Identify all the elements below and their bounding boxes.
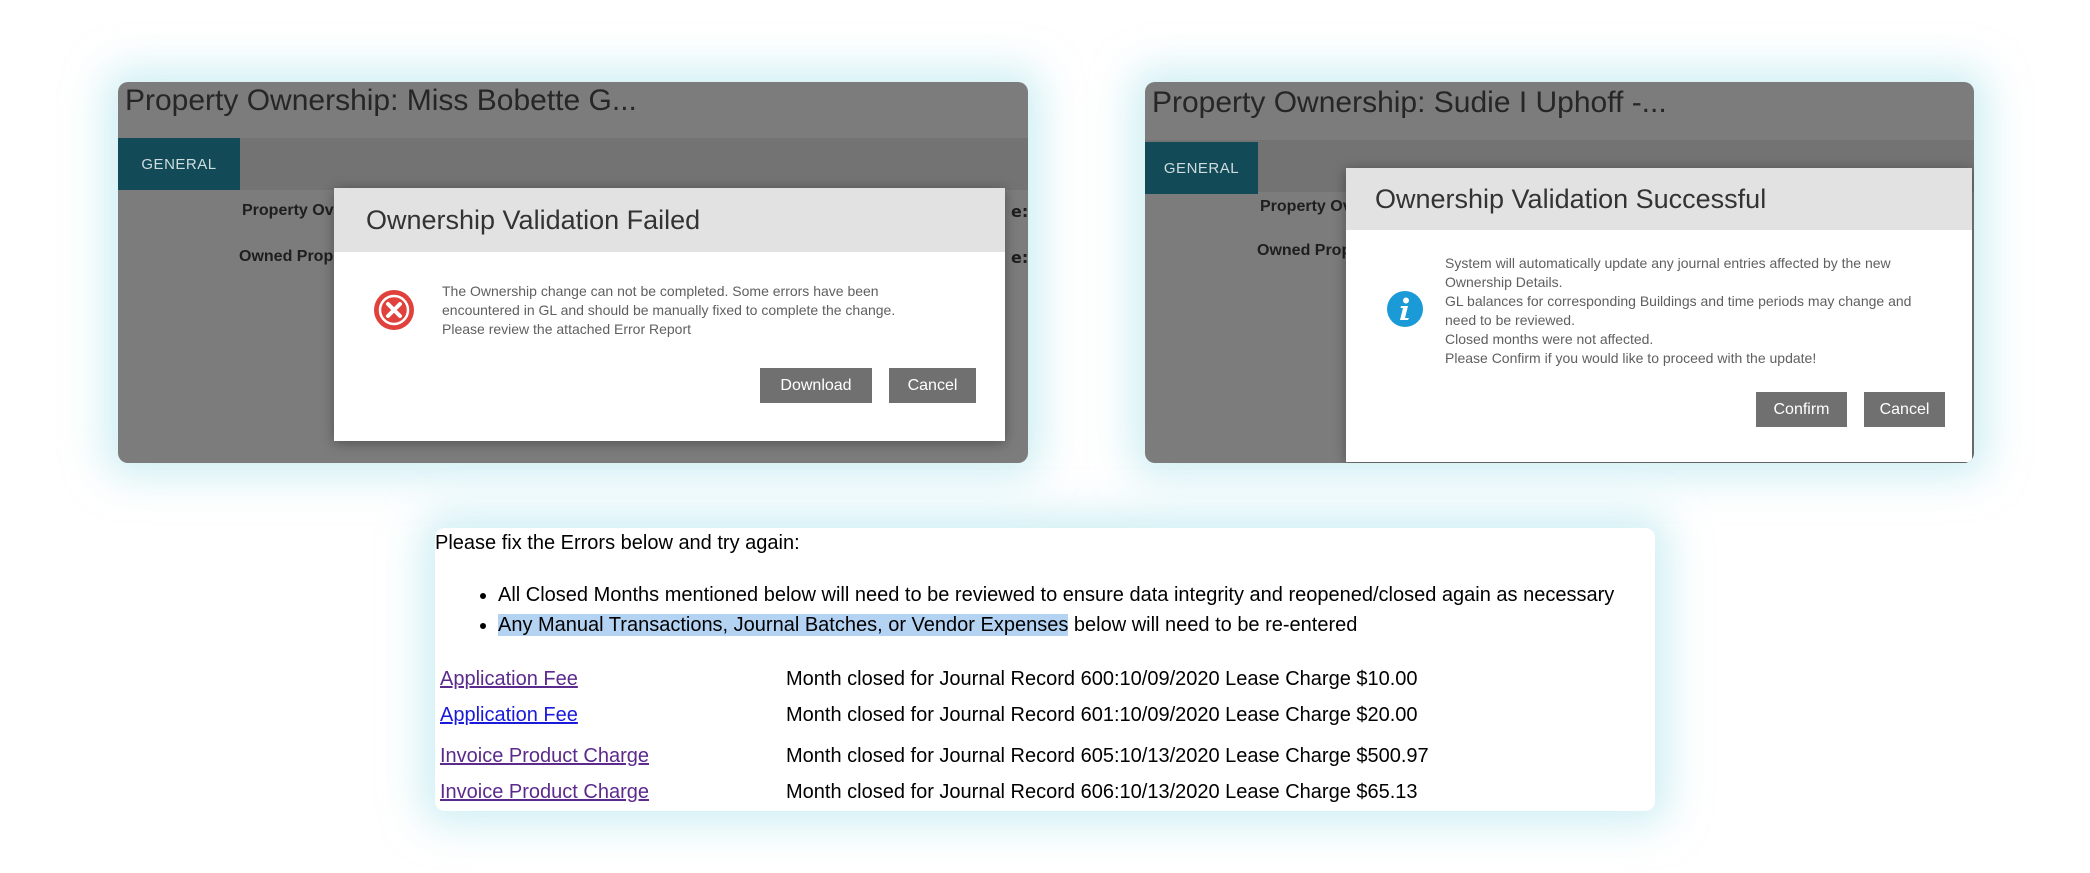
table-row: Invoice Product Charge Month closed for … [440, 741, 1640, 771]
report-bullet-list: All Closed Months mentioned below will n… [435, 580, 1614, 640]
info-icon [1387, 291, 1423, 327]
record-description: Month closed for Journal Record 605:10/1… [786, 745, 1429, 767]
panel-title: Property Ownership: Sudie I Uphoff -... [1152, 86, 1667, 119]
list-item: Any Manual Transactions, Journal Batches… [435, 610, 1614, 640]
tab-general[interactable]: GENERAL [1145, 142, 1258, 194]
dialog-title: Ownership Validation Failed [366, 204, 701, 235]
field-label-edge: e: [1011, 248, 1028, 267]
message-line: Closed months were not affected. [1445, 331, 1654, 347]
confirm-button[interactable]: Confirm [1756, 392, 1847, 427]
record-link[interactable]: Invoice Product Charge [440, 741, 649, 771]
record-link[interactable]: Application Fee [440, 664, 578, 694]
bullet-text: All Closed Months mentioned below will n… [498, 584, 1615, 606]
validation-successful-dialog: Ownership Validation Successful System w… [1346, 168, 1972, 462]
dialog-message: System will automatically update any jou… [1445, 254, 1945, 368]
record-description: Month closed for Journal Record 606:10/1… [786, 781, 1418, 803]
bullet-text: below will need to be re-entered [1068, 614, 1358, 636]
property-ownership-panel-left: Property Ownership: Miss Bobette G... GE… [118, 82, 1028, 463]
table-row: Application Fee Month closed for Journal… [440, 700, 1640, 730]
message-line: Please Confirm if you would like to proc… [1445, 350, 1817, 366]
table-row: Application Fee Month closed for Journal… [440, 664, 1640, 694]
cancel-button[interactable]: Cancel [1864, 392, 1945, 427]
dialog-message: The Ownership change can not be complete… [442, 282, 962, 339]
error-x-icon [374, 290, 414, 330]
field-label-owned-property: Owned Prop [1257, 242, 1352, 259]
validation-failed-dialog: Ownership Validation Failed The Ownershi… [334, 188, 1005, 441]
message-line: Please review the attached Error Report [442, 321, 692, 337]
error-report: Please fix the Errors below and try agai… [435, 528, 1655, 811]
highlighted-text: Any Manual Transactions, Journal Batches… [498, 614, 1069, 636]
field-label-edge: e: [1011, 202, 1028, 221]
property-ownership-panel-right: Property Ownership: Sudie I Uphoff -... … [1145, 82, 1974, 463]
panel-title: Property Ownership: Miss Bobette G... [125, 84, 637, 117]
record-link[interactable]: Invoice Product Charge [440, 777, 649, 807]
message-line: GL balances for corresponding Buildings … [1445, 293, 1912, 309]
message-line: encountered in GL and should be manually… [442, 302, 896, 318]
message-line: need to be reviewed. [1445, 312, 1575, 328]
dialog-header: Ownership Validation Failed [334, 188, 1005, 252]
tab-general[interactable]: GENERAL [118, 138, 240, 190]
record-link[interactable]: Application Fee [440, 700, 578, 730]
message-line: Ownership Details. [1445, 274, 1563, 290]
dialog-header: Ownership Validation Successful [1346, 168, 1972, 230]
record-description: Month closed for Journal Record 600:10/0… [786, 668, 1418, 690]
message-line: The Ownership change can not be complete… [442, 283, 879, 299]
field-label-property-owner: Property Ov [1260, 198, 1352, 215]
dialog-title: Ownership Validation Successful [1375, 183, 1767, 214]
record-description: Month closed for Journal Record 601:10/0… [786, 704, 1418, 726]
field-label-property-owner: Property Ov [242, 202, 334, 219]
report-intro: Please fix the Errors below and try agai… [435, 532, 800, 554]
field-label-owned-property: Owned Prop [239, 248, 334, 265]
message-line: System will automatically update any jou… [1445, 255, 1891, 271]
download-button[interactable]: Download [760, 368, 872, 403]
cancel-button[interactable]: Cancel [889, 368, 976, 403]
tab-bar: GENERAL [118, 138, 1028, 190]
list-item: All Closed Months mentioned below will n… [435, 580, 1614, 610]
table-row: Invoice Product Charge Month closed for … [440, 777, 1640, 807]
